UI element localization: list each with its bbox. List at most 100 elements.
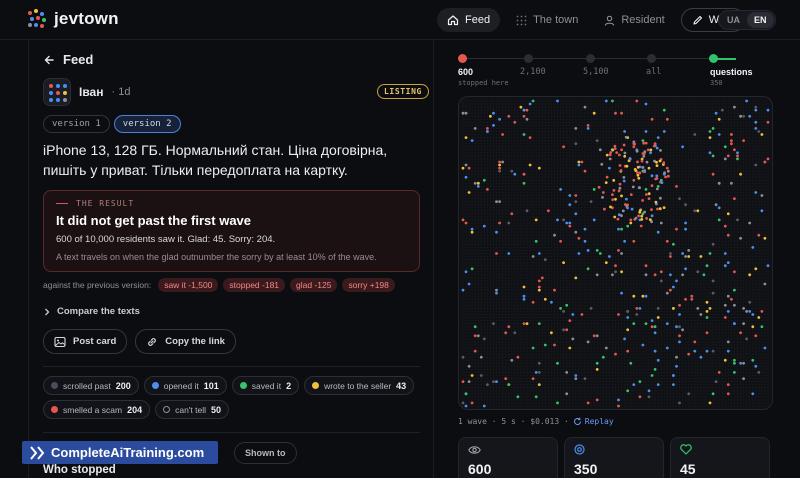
result-explanation: A text travels on when the glad outnumbe…: [56, 252, 377, 262]
top-bar: jevtown Feed The town Resident Write UA …: [0, 0, 800, 40]
reaction-dot-icon: [51, 382, 58, 389]
compare-texts-toggle[interactable]: Compare the texts: [43, 306, 140, 317]
post-actions: Post card Copy the link: [43, 329, 236, 354]
reaction-dot-icon: [239, 382, 247, 389]
stage-label-600: 600: [458, 67, 474, 77]
stat-glad-value: 45: [680, 461, 696, 477]
result-stats: 600 of 10,000 residents saw it. Glad: 45…: [56, 234, 276, 245]
result-title: It did not get past the first wave: [56, 213, 252, 228]
diff-chip-sorry: sorry +198: [342, 278, 395, 292]
result-panel: THE RESULT It did not get past the first…: [43, 190, 420, 272]
post-text: iPhone 13, 128 ГБ. Нормальний стан. Ціна…: [43, 142, 388, 178]
version-2-tab[interactable]: version 2: [113, 115, 181, 133]
listing-badge: LISTING: [377, 84, 429, 99]
user-icon: [604, 15, 615, 26]
stat-seen-value: 600: [468, 461, 492, 477]
wave-meta: 1 wave · 5 s · $0.013 ·: [458, 417, 569, 426]
reaction-chip[interactable]: scrolled past 200: [43, 376, 139, 395]
viz-footer: 1 wave · 5 s · $0.013 · Replay: [458, 417, 614, 426]
reaction-summary: scrolled past 200 opened it 101 saved it 2 wro…: [43, 376, 423, 419]
stage-dot-600[interactable]: [458, 54, 467, 63]
stage-dot-all[interactable]: [647, 54, 656, 63]
reaction-dot-grid: [461, 99, 770, 408]
result-kicker: THE RESULT: [56, 199, 407, 208]
grid-dots-icon: [516, 15, 527, 25]
reaction-count: 200: [115, 380, 131, 391]
stat-card-seen: 600: [458, 437, 558, 478]
reaction-count: 2: [286, 380, 292, 391]
comparison-label: against the previous version:: [43, 280, 152, 290]
image-icon: [54, 336, 66, 347]
replay-button[interactable]: Replay: [573, 417, 614, 426]
post-detail: Feed Іван · 1d LISTING version 1 version…: [28, 40, 434, 478]
reaction-count: 101: [203, 380, 219, 391]
stage-label-all: all: [646, 67, 662, 77]
reaction-chip[interactable]: opened it 101: [143, 376, 227, 395]
reaction-label: wrote to the seller: [324, 380, 392, 391]
shown-to-tab[interactable]: Shown to: [234, 442, 297, 464]
reaction-dot-icon: [312, 382, 320, 389]
stage-label-5100: 5,100: [583, 67, 609, 77]
target-icon: [574, 444, 585, 455]
replay-label: Replay: [584, 417, 614, 426]
reaction-count: 43: [396, 380, 407, 391]
watermark-logo-icon: [30, 445, 45, 460]
stat-card-engaged: 350: [564, 437, 664, 478]
post-card-button[interactable]: Post card: [43, 329, 128, 354]
logo-icon: [28, 9, 48, 29]
diff-chip-saw: saw it -1,500: [158, 278, 219, 292]
back-to-feed-link[interactable]: Feed: [43, 52, 93, 67]
reaction-chip[interactable]: smelled a scam 204: [43, 400, 151, 419]
reaction-label: smelled a scam: [63, 404, 123, 415]
chevron-right-icon: [45, 308, 50, 315]
diff-chip-glad: glad -125: [290, 278, 338, 292]
watermark-text: CompleteAiTraining.com: [51, 445, 205, 460]
nav-resident-label: Resident: [621, 14, 665, 26]
brand-logo[interactable]: jevtown: [28, 9, 119, 29]
copy-link-label: Copy the link: [165, 336, 225, 347]
reaction-label: opened it: [163, 380, 199, 391]
town-reaction-map[interactable]: [458, 96, 773, 410]
home-icon: [447, 15, 459, 26]
stage-dot-questions[interactable]: [709, 54, 718, 63]
stage-label-questions: questions: [710, 67, 753, 77]
author-name[interactable]: Іван: [79, 85, 103, 99]
reaction-count: 204: [127, 404, 143, 415]
stage-dot-5100[interactable]: [586, 54, 595, 63]
nav-feed[interactable]: Feed: [437, 8, 501, 32]
watermark: CompleteAiTraining.com: [22, 441, 218, 464]
divider: [43, 432, 420, 433]
nav-feed-label: Feed: [465, 14, 491, 26]
stat-engaged-value: 350: [574, 461, 598, 477]
compare-label: Compare the texts: [57, 306, 140, 317]
reaction-chip[interactable]: saved it 2: [231, 376, 300, 395]
questions-count: 350: [710, 79, 723, 87]
stage-dot-2100[interactable]: [524, 54, 533, 63]
version-tabs: version 1 version 2: [43, 115, 181, 133]
post-author: Іван · 1d: [43, 78, 130, 106]
reaction-count: 50: [211, 404, 222, 415]
pencil-icon: [693, 15, 702, 25]
nav-resident[interactable]: Resident: [594, 8, 674, 32]
avatar[interactable]: [43, 78, 71, 106]
arrow-left-icon: [44, 55, 54, 64]
reaction-chip[interactable]: can't tell 50: [155, 400, 230, 419]
reaction-label: scrolled past: [63, 380, 111, 391]
post-card-label: Post card: [73, 336, 117, 347]
divider: [43, 366, 420, 367]
version-1-tab[interactable]: version 1: [43, 115, 110, 133]
reaction-chip[interactable]: wrote to the seller 43: [304, 376, 415, 395]
reaction-label: saved it: [251, 380, 282, 391]
lang-en[interactable]: EN: [747, 12, 774, 28]
reaction-label: can't tell: [175, 404, 207, 415]
copy-link-button[interactable]: Copy the link: [135, 329, 236, 354]
lang-ua[interactable]: UA: [720, 12, 747, 28]
reaction-dot-icon: [51, 406, 58, 413]
diff-chip-stopped: stopped -181: [223, 278, 286, 292]
nav-town-label: The town: [533, 14, 579, 26]
back-label: Feed: [63, 52, 94, 67]
nav-town[interactable]: The town: [506, 8, 588, 32]
link-icon: [148, 337, 157, 346]
wave-timeline: 600 2,100 5,100 all questions stopped he…: [458, 52, 753, 92]
who-stopped-heading: Who stopped: [43, 464, 116, 476]
